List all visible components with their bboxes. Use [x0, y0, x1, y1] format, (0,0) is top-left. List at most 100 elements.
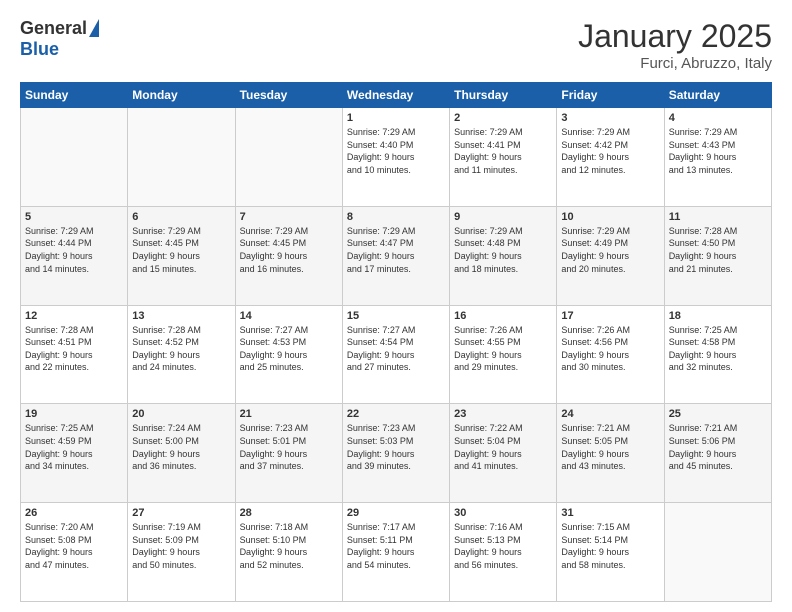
calendar-cell: 16 Sunrise: 7:26 AM Sunset: 4:55 PM Dayli…: [450, 305, 557, 404]
logo-triangle-icon: [89, 19, 99, 37]
day-info: Sunrise: 7:29 AM Sunset: 4:40 PM Dayligh…: [347, 126, 445, 176]
title-block: January 2025 Furci, Abruzzo, Italy: [578, 18, 772, 72]
calendar-table: SundayMondayTuesdayWednesdayThursdayFrid…: [20, 82, 772, 602]
day-number: 3: [561, 112, 659, 124]
logo-blue-text: Blue: [20, 39, 59, 60]
day-info: Sunrise: 7:25 AM Sunset: 4:59 PM Dayligh…: [25, 422, 123, 472]
day-info: Sunrise: 7:26 AM Sunset: 4:56 PM Dayligh…: [561, 324, 659, 374]
header: General Blue January 2025 Furci, Abruzzo…: [20, 18, 772, 72]
calendar-cell: 19Sunrise: 7:25 AM Sunset: 4:59 PM Dayli…: [21, 404, 128, 503]
day-number: 26: [25, 507, 123, 519]
day-number: 25: [669, 408, 767, 420]
day-number: 9: [454, 211, 552, 223]
day-info: Sunrise: 7:17 AM Sunset: 5:11 PM Dayligh…: [347, 521, 445, 571]
calendar-cell: 12 Sunrise: 7:28 AM Sunset: 4:51 PM Dayli…: [21, 305, 128, 404]
weekday-header: Friday: [557, 83, 664, 108]
day-info: Sunrise: 7:27 AM Sunset: 4:54 PM Dayligh…: [347, 324, 445, 374]
calendar-cell: 26 Sunrise: 7:20 AM Sunset: 5:08 PM Dayli…: [21, 503, 128, 602]
day-number: 20: [132, 408, 230, 420]
calendar-cell: 18 Sunrise: 7:25 AM Sunset: 4:58 PM Dayli…: [664, 305, 771, 404]
day-info: Sunrise: 7:15 AM Sunset: 5:14 PM Dayligh…: [561, 521, 659, 571]
day-number: 17: [561, 310, 659, 322]
day-info: Sunrise: 7:28 AM Sunset: 4:52 PM Dayligh…: [132, 324, 230, 374]
calendar-cell: 1 Sunrise: 7:29 AM Sunset: 4:40 PM Daylig…: [342, 108, 449, 207]
day-info: Sunrise: 7:29 AM Sunset: 4:44 PM Dayligh…: [25, 225, 123, 275]
day-info: Sunrise: 7:29 AM Sunset: 4:42 PM Dayligh…: [561, 126, 659, 176]
logo-general-text: General: [20, 18, 87, 39]
calendar-subtitle: Furci, Abruzzo, Italy: [578, 55, 772, 72]
day-number: 14: [240, 310, 338, 322]
calendar-cell: 23Sunrise: 7:22 AM Sunset: 5:04 PM Dayli…: [450, 404, 557, 503]
day-number: 21: [240, 408, 338, 420]
day-number: 29: [347, 507, 445, 519]
day-info: Sunrise: 7:22 AM Sunset: 5:04 PM Dayligh…: [454, 422, 552, 472]
calendar-week-row: 5 Sunrise: 7:29 AM Sunset: 4:44 PM Daylig…: [21, 206, 772, 305]
calendar-cell: [664, 503, 771, 602]
calendar-cell: 4Sunrise: 7:29 AM Sunset: 4:43 PM Daylig…: [664, 108, 771, 207]
day-info: Sunrise: 7:21 AM Sunset: 5:06 PM Dayligh…: [669, 422, 767, 472]
day-info: Sunrise: 7:19 AM Sunset: 5:09 PM Dayligh…: [132, 521, 230, 571]
calendar-cell: [21, 108, 128, 207]
calendar-cell: 11 Sunrise: 7:28 AM Sunset: 4:50 PM Dayli…: [664, 206, 771, 305]
calendar-title: January 2025: [578, 18, 772, 55]
day-info: Sunrise: 7:28 AM Sunset: 4:51 PM Dayligh…: [25, 324, 123, 374]
day-info: Sunrise: 7:23 AM Sunset: 5:03 PM Dayligh…: [347, 422, 445, 472]
calendar-cell: 15Sunrise: 7:27 AM Sunset: 4:54 PM Dayli…: [342, 305, 449, 404]
calendar-cell: 7Sunrise: 7:29 AM Sunset: 4:45 PM Daylig…: [235, 206, 342, 305]
calendar-body: 1 Sunrise: 7:29 AM Sunset: 4:40 PM Daylig…: [21, 108, 772, 602]
calendar-cell: 31 Sunrise: 7:15 AM Sunset: 5:14 PM Dayli…: [557, 503, 664, 602]
calendar-week-row: 19Sunrise: 7:25 AM Sunset: 4:59 PM Dayli…: [21, 404, 772, 503]
day-info: Sunrise: 7:18 AM Sunset: 5:10 PM Dayligh…: [240, 521, 338, 571]
calendar-cell: 8 Sunrise: 7:29 AM Sunset: 4:47 PM Daylig…: [342, 206, 449, 305]
calendar-cell: 22 Sunrise: 7:23 AM Sunset: 5:03 PM Dayli…: [342, 404, 449, 503]
weekday-header: Thursday: [450, 83, 557, 108]
day-number: 22: [347, 408, 445, 420]
day-number: 31: [561, 507, 659, 519]
weekday-header: Saturday: [664, 83, 771, 108]
day-number: 1: [347, 112, 445, 124]
calendar-cell: 29 Sunrise: 7:17 AM Sunset: 5:11 PM Dayli…: [342, 503, 449, 602]
calendar-cell: 2Sunrise: 7:29 AM Sunset: 4:41 PM Daylig…: [450, 108, 557, 207]
logo: General Blue: [20, 18, 99, 60]
calendar-page: General Blue January 2025 Furci, Abruzzo…: [0, 0, 792, 612]
day-info: Sunrise: 7:29 AM Sunset: 4:48 PM Dayligh…: [454, 225, 552, 275]
calendar-cell: 17 Sunrise: 7:26 AM Sunset: 4:56 PM Dayli…: [557, 305, 664, 404]
day-number: 24: [561, 408, 659, 420]
calendar-cell: 24 Sunrise: 7:21 AM Sunset: 5:05 PM Dayli…: [557, 404, 664, 503]
calendar-cell: 3 Sunrise: 7:29 AM Sunset: 4:42 PM Daylig…: [557, 108, 664, 207]
calendar-cell: 21 Sunrise: 7:23 AM Sunset: 5:01 PM Dayli…: [235, 404, 342, 503]
day-number: 11: [669, 211, 767, 223]
weekday-header: Tuesday: [235, 83, 342, 108]
calendar-cell: 14Sunrise: 7:27 AM Sunset: 4:53 PM Dayli…: [235, 305, 342, 404]
calendar-cell: 10Sunrise: 7:29 AM Sunset: 4:49 PM Dayli…: [557, 206, 664, 305]
day-info: Sunrise: 7:26 AM Sunset: 4:55 PM Dayligh…: [454, 324, 552, 374]
day-number: 5: [25, 211, 123, 223]
day-number: 6: [132, 211, 230, 223]
calendar-cell: 5 Sunrise: 7:29 AM Sunset: 4:44 PM Daylig…: [21, 206, 128, 305]
day-number: 8: [347, 211, 445, 223]
day-number: 2: [454, 112, 552, 124]
calendar-cell: [128, 108, 235, 207]
day-number: 13: [132, 310, 230, 322]
day-info: Sunrise: 7:24 AM Sunset: 5:00 PM Dayligh…: [132, 422, 230, 472]
day-info: Sunrise: 7:21 AM Sunset: 5:05 PM Dayligh…: [561, 422, 659, 472]
weekday-header: Sunday: [21, 83, 128, 108]
calendar-cell: 20 Sunrise: 7:24 AM Sunset: 5:00 PM Dayli…: [128, 404, 235, 503]
weekday-header: Monday: [128, 83, 235, 108]
day-info: Sunrise: 7:23 AM Sunset: 5:01 PM Dayligh…: [240, 422, 338, 472]
day-number: 12: [25, 310, 123, 322]
calendar-header: SundayMondayTuesdayWednesdayThursdayFrid…: [21, 83, 772, 108]
day-info: Sunrise: 7:20 AM Sunset: 5:08 PM Dayligh…: [25, 521, 123, 571]
day-number: 4: [669, 112, 767, 124]
calendar-cell: 9 Sunrise: 7:29 AM Sunset: 4:48 PM Daylig…: [450, 206, 557, 305]
calendar-week-row: 1 Sunrise: 7:29 AM Sunset: 4:40 PM Daylig…: [21, 108, 772, 207]
day-info: Sunrise: 7:29 AM Sunset: 4:47 PM Dayligh…: [347, 225, 445, 275]
day-info: Sunrise: 7:25 AM Sunset: 4:58 PM Dayligh…: [669, 324, 767, 374]
day-info: Sunrise: 7:28 AM Sunset: 4:50 PM Dayligh…: [669, 225, 767, 275]
calendar-week-row: 26 Sunrise: 7:20 AM Sunset: 5:08 PM Dayli…: [21, 503, 772, 602]
day-number: 10: [561, 211, 659, 223]
day-number: 16: [454, 310, 552, 322]
day-number: 27: [132, 507, 230, 519]
day-number: 18: [669, 310, 767, 322]
calendar-cell: 25 Sunrise: 7:21 AM Sunset: 5:06 PM Dayli…: [664, 404, 771, 503]
